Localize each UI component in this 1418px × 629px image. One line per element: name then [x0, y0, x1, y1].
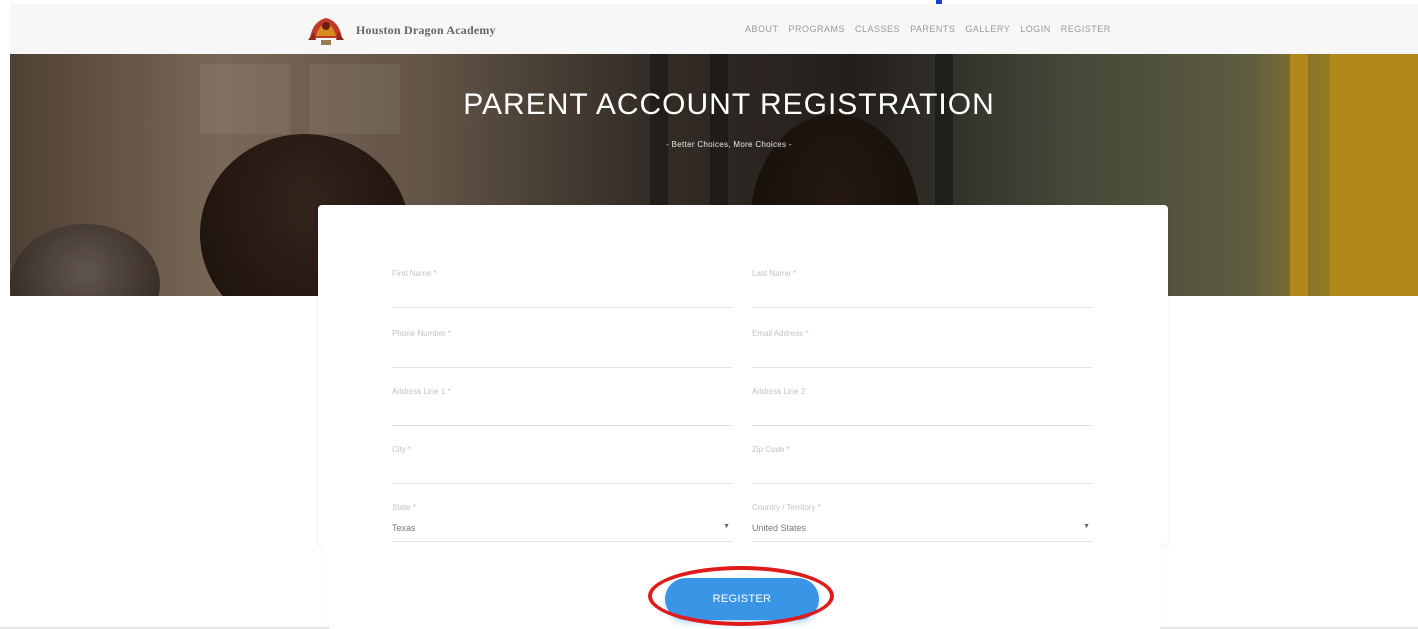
nav-links: ABOUT PROGRAMS CLASSES PARENTS GALLERY L… [745, 24, 1111, 34]
navbar: Houston Dragon Academy ABOUT PROGRAMS CL… [10, 4, 1418, 55]
page-title: PARENT ACCOUNT REGISTRATION [463, 88, 995, 121]
zip-label: Zip Code * [752, 445, 790, 454]
register-button[interactable]: REGISTER [665, 578, 819, 620]
phone-input[interactable] [392, 343, 736, 367]
zip-input[interactable] [752, 459, 1096, 483]
nav-programs[interactable]: PROGRAMS [789, 24, 846, 34]
last-name-label: Last Name * [752, 269, 797, 278]
country-underline [752, 541, 1092, 542]
address1-input[interactable] [392, 401, 736, 425]
last-name-underline [752, 307, 1092, 308]
state-value: Texas [392, 523, 416, 533]
phone-underline [392, 367, 732, 368]
city-input[interactable] [392, 459, 736, 483]
last-name-input[interactable] [752, 283, 1096, 307]
first-name-input[interactable] [392, 283, 736, 307]
brand-name: Houston Dragon Academy [356, 22, 496, 37]
first-name-label: First Name * [392, 269, 437, 278]
caret-down-icon: ▼ [723, 523, 730, 530]
nav-login[interactable]: LOGIN [1020, 24, 1051, 34]
country-label: Country / Territory * [752, 503, 821, 512]
phone-label: Phone Number * [392, 329, 452, 338]
address2-label: Address Line 2 [752, 387, 806, 396]
state-underline [392, 541, 732, 542]
country-value: United States [752, 523, 807, 533]
caret-down-icon: ▼ [1083, 523, 1090, 530]
address2-input[interactable] [752, 401, 1096, 425]
page: Houston Dragon Academy ABOUT PROGRAMS CL… [0, 0, 1418, 629]
nav-parents[interactable]: PARENTS [910, 24, 955, 34]
page-subtitle: - Better Choices, More Choices - [666, 140, 792, 149]
address1-label: Address Line 1 * [392, 387, 451, 396]
brand[interactable]: Houston Dragon Academy [306, 12, 496, 48]
zip-underline [752, 483, 1092, 484]
email-input[interactable] [752, 343, 1096, 367]
city-underline [392, 483, 732, 484]
nav-classes[interactable]: CLASSES [855, 24, 900, 34]
nav-gallery[interactable]: GALLERY [965, 24, 1010, 34]
registration-form: First Name * Last Name * Phone Number * … [318, 205, 1168, 545]
dragon-logo-icon [308, 18, 344, 45]
first-name-underline [392, 307, 732, 308]
nav-register[interactable]: REGISTER [1061, 24, 1111, 34]
address2-underline [752, 425, 1092, 426]
email-label: Email Address * [752, 329, 809, 338]
state-label: State * [392, 503, 417, 512]
email-underline [752, 367, 1092, 368]
city-label: City * [392, 445, 412, 454]
address1-underline [392, 425, 732, 426]
nav-about[interactable]: ABOUT [745, 24, 779, 34]
